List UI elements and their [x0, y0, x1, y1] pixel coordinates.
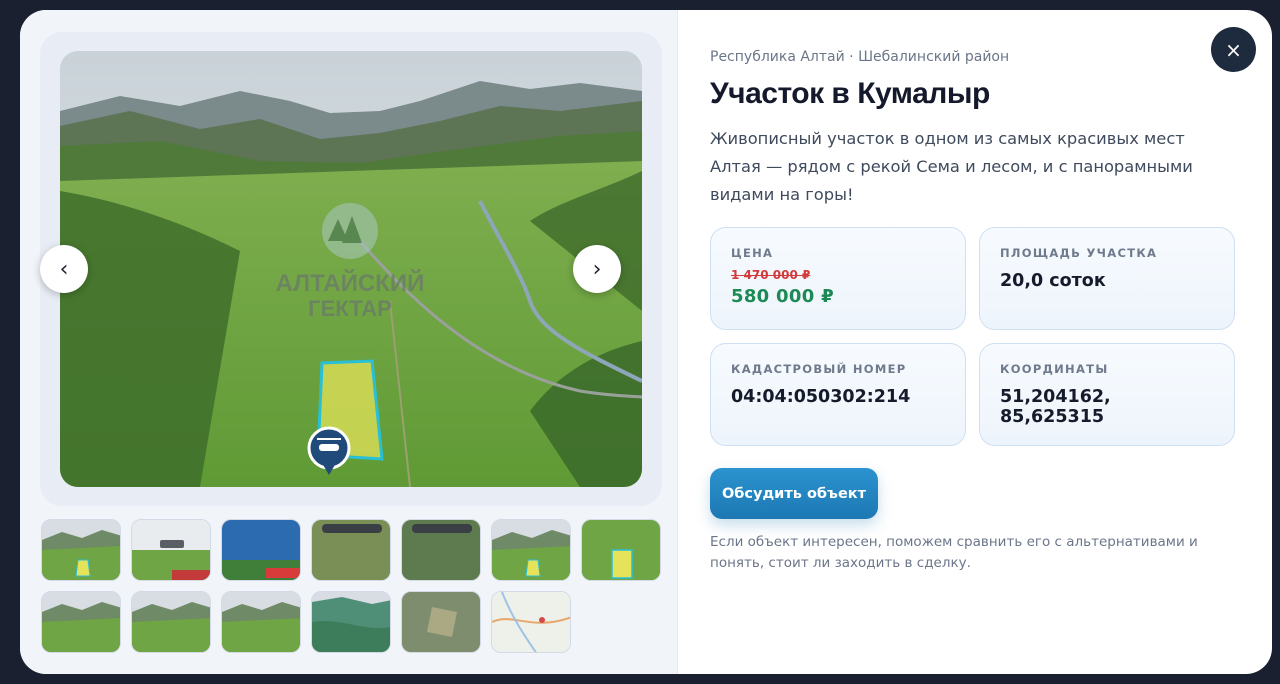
- watermark-line2: ГЕКТАР: [308, 296, 392, 321]
- thumbnail-6[interactable]: [491, 519, 571, 581]
- thumbnail-12[interactable]: [401, 591, 481, 653]
- help-note: Если объект интересен, поможем сравнить …: [710, 534, 1198, 571]
- coordinates-label: КООРДИНАТЫ: [1000, 362, 1109, 376]
- thumbnail-strip: [41, 519, 671, 653]
- new-price: 580 000 ₽: [731, 286, 834, 307]
- thumbnail-image: [132, 520, 210, 580]
- thumbnail-image: [42, 520, 120, 580]
- cadastral-card: КАДАСТРОВЫЙ НОМЕР 04:04:050302:214: [710, 343, 966, 446]
- thumbnail-5[interactable]: [401, 519, 481, 581]
- listing-modal: АЛТАЙСКИЙ ГЕКТАР ‹ › × Республика Алтай …: [20, 10, 1272, 674]
- thumbnail-9[interactable]: [131, 591, 211, 653]
- thumbnail-image: [492, 520, 570, 580]
- thumbnail-11[interactable]: [311, 591, 391, 653]
- thumbnail-image: [222, 592, 300, 652]
- cadastral-label: КАДАСТРОВЫЙ НОМЕР: [731, 362, 907, 376]
- thumbnail-image: [492, 592, 570, 652]
- close-button[interactable]: ×: [1211, 27, 1256, 72]
- thumbnail-image: [222, 520, 300, 580]
- watermark-line1: АЛТАЙСКИЙ: [276, 269, 425, 297]
- main-photo-frame: АЛТАЙСКИЙ ГЕКТАР ‹ ›: [40, 32, 662, 506]
- thumbnail-image: [312, 520, 390, 580]
- thumbnail-13[interactable]: [491, 591, 571, 653]
- area-card: ПЛОЩАДЬ УЧАСТКА 20,0 соток: [979, 227, 1235, 330]
- aerial-photo: АЛТАЙСКИЙ ГЕКТАР: [60, 51, 642, 487]
- description: Живописный участок в одном из самых крас…: [710, 129, 1193, 204]
- watermark-logo: [322, 203, 378, 259]
- thumbnail-image: [312, 592, 390, 652]
- cadastral-value: 04:04:050302:214: [731, 387, 911, 407]
- gallery-panel: АЛТАЙСКИЙ ГЕКТАР ‹ ›: [20, 10, 678, 674]
- thumbnail-4[interactable]: [311, 519, 391, 581]
- breadcrumb: Республика Алтай · Шебалинский район: [710, 49, 1010, 65]
- page-title: Участок в Кумалыр: [710, 77, 990, 110]
- thumbnail-image: [402, 520, 480, 580]
- thumbnail-3[interactable]: [221, 519, 301, 581]
- prev-photo-button[interactable]: ‹: [40, 245, 88, 293]
- area-value: 20,0 соток: [1000, 271, 1106, 291]
- info-cards: ЦЕНА 1 470 000 ₽ 580 000 ₽ ПЛОЩАДЬ УЧАСТ…: [710, 227, 1240, 446]
- thumbnail-8[interactable]: [41, 591, 121, 653]
- next-photo-button[interactable]: ›: [573, 245, 621, 293]
- discuss-object-button[interactable]: Обсудить объект: [710, 468, 878, 519]
- price-label: ЦЕНА: [731, 246, 774, 260]
- price-card: ЦЕНА 1 470 000 ₽ 580 000 ₽: [710, 227, 966, 330]
- thumbnail-image: [402, 592, 480, 652]
- thumbnail-7[interactable]: [581, 519, 661, 581]
- details-panel: × Республика Алтай · Шебалинский район У…: [678, 10, 1272, 674]
- area-label: ПЛОЩАДЬ УЧАСТКА: [1000, 246, 1158, 260]
- thumbnail-2[interactable]: [131, 519, 211, 581]
- thumbnail-image: [42, 592, 120, 652]
- main-photo[interactable]: АЛТАЙСКИЙ ГЕКТАР: [60, 51, 642, 487]
- thumbnail-1[interactable]: [41, 519, 121, 581]
- coordinates-card: КООРДИНАТЫ 51,204162, 85,625315: [979, 343, 1235, 446]
- thumbnail-10[interactable]: [221, 591, 301, 653]
- old-price: 1 470 000 ₽: [731, 268, 811, 282]
- thumbnail-image: [582, 520, 660, 580]
- coordinates-value: 51,204162, 85,625315: [1000, 387, 1111, 427]
- thumbnail-image: [132, 592, 210, 652]
